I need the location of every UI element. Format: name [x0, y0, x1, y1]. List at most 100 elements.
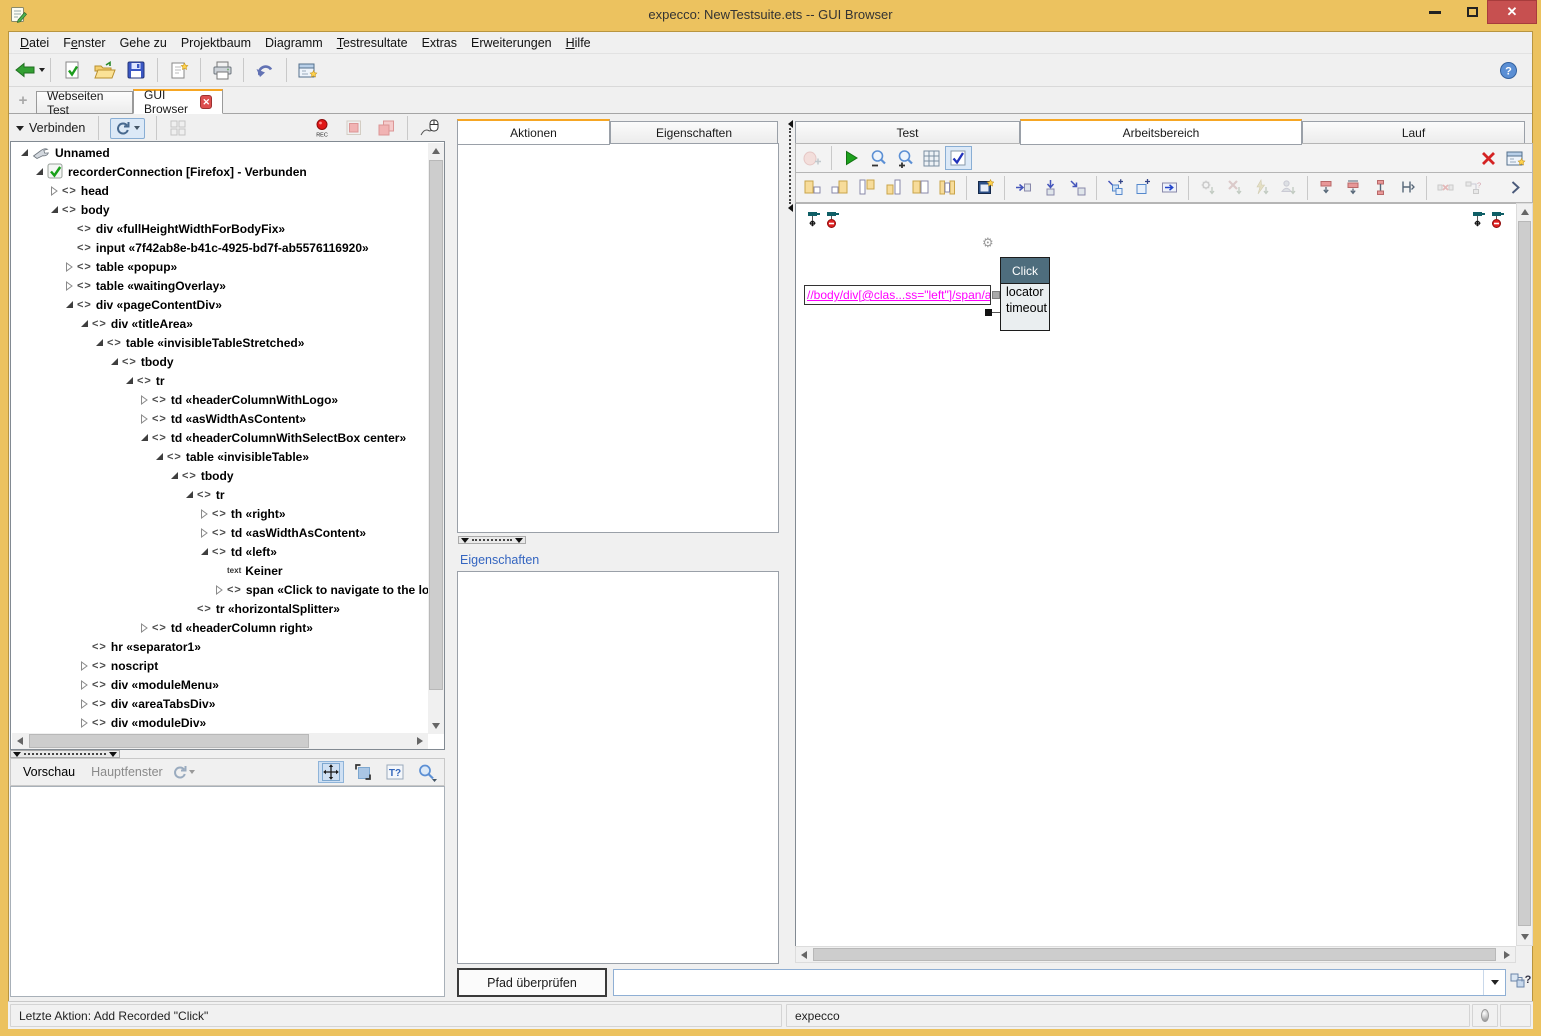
tree-item[interactable]: <>noscript: [12, 656, 429, 675]
menu-projektbaum[interactable]: Projektbaum: [174, 33, 258, 53]
tree-item[interactable]: <>tr «horizontalSplitter»: [12, 599, 429, 618]
print-button[interactable]: [206, 56, 238, 84]
diagram-canvas[interactable]: ⚙ Click locator timeout //body/div[@clas…: [795, 203, 1516, 946]
add-step-button[interactable]: [1102, 176, 1129, 200]
tree-item[interactable]: <>tr: [12, 371, 429, 390]
menu-fenster[interactable]: Fenster: [56, 33, 112, 53]
tree-expander-icon[interactable]: [211, 582, 227, 598]
tree-vertical-scrollbar[interactable]: [428, 143, 444, 734]
tree-expander-icon[interactable]: [136, 430, 152, 446]
tree-item[interactable]: <>table «waitingOverlay»: [12, 276, 429, 295]
back-button[interactable]: [13, 56, 45, 84]
menu-erweiterungen[interactable]: Erweiterungen: [464, 33, 559, 53]
grid-view-button[interactable]: [162, 114, 194, 142]
tree-expander-icon[interactable]: [151, 449, 167, 465]
maximize-button[interactable]: [1455, 0, 1489, 24]
insert-below-button[interactable]: [880, 176, 907, 200]
locator-pin-connector[interactable]: [992, 291, 1000, 299]
combo-dropdown-button[interactable]: [1483, 970, 1505, 995]
new-document-button[interactable]: [163, 56, 195, 84]
tree-expander-icon[interactable]: [196, 525, 212, 541]
wrap-block-button[interactable]: [907, 176, 934, 200]
actions-list[interactable]: [457, 143, 779, 533]
frames-button[interactable]: [370, 114, 402, 142]
tree-item[interactable]: Unnamed: [12, 143, 429, 162]
insert-above-button[interactable]: [853, 176, 880, 200]
minimize-button[interactable]: [1418, 0, 1452, 24]
diagram-stop-pin-icon[interactable]: [1491, 211, 1505, 232]
tree-item[interactable]: <>div «pageContentDiv»: [12, 295, 429, 314]
tab-vorschau[interactable]: Vorschau: [15, 765, 83, 779]
path-input[interactable]: [614, 970, 1483, 995]
export-delete-button[interactable]: [1221, 176, 1248, 200]
tab-test[interactable]: Test: [795, 121, 1020, 145]
path-combobox[interactable]: [613, 969, 1506, 996]
snap-toggle-button[interactable]: [945, 146, 972, 170]
tree-item[interactable]: <>div «areaTabsDiv»: [12, 694, 429, 713]
tree-expander-icon[interactable]: [31, 164, 47, 180]
tree-expander-icon[interactable]: [76, 316, 92, 332]
save-button[interactable]: [120, 56, 152, 84]
tree-item[interactable]: <>tbody: [12, 466, 429, 485]
menu-extras[interactable]: Extras: [415, 33, 464, 53]
tree-item[interactable]: <>table «invisibleTableStretched»: [12, 333, 429, 352]
preview-splitter[interactable]: [10, 750, 445, 758]
tree-horizontal-scrollbar[interactable]: [12, 733, 428, 749]
gear-icon[interactable]: ⚙: [982, 235, 994, 251]
preview-select-button[interactable]: [350, 761, 376, 783]
tree-expander-icon[interactable]: [106, 354, 122, 370]
tree-expander-icon[interactable]: [76, 677, 92, 693]
new-compound-button[interactable]: [972, 176, 999, 200]
menu-diagramm[interactable]: Diagramm: [258, 33, 330, 53]
tab-gui-browser[interactable]: GUI Browser ✕: [133, 89, 223, 114]
tree-expander-icon[interactable]: [166, 468, 182, 484]
open-button[interactable]: [88, 56, 120, 84]
tree-expander-icon[interactable]: [76, 658, 92, 674]
connection-help-button[interactable]: ?: [1459, 176, 1486, 200]
step-into-button[interactable]: [1010, 176, 1037, 200]
tree-item[interactable]: <>div «fullHeightWidthForBodyFix»: [12, 219, 429, 238]
diagram-stop-pin-icon[interactable]: [826, 211, 840, 232]
record-action-button[interactable]: [799, 146, 826, 170]
node-title[interactable]: Click: [1001, 258, 1049, 284]
tree-expander-icon[interactable]: [91, 335, 107, 351]
add-block-button[interactable]: [1129, 176, 1156, 200]
click-step-node[interactable]: Click locator timeout: [1000, 257, 1050, 331]
step-down-button[interactable]: [1037, 176, 1064, 200]
properties-splitter[interactable]: [458, 536, 526, 544]
tree-expander-icon[interactable]: [61, 297, 77, 313]
tree-expander-icon[interactable]: [181, 487, 197, 503]
canvas-vertical-scrollbar[interactable]: [1516, 203, 1533, 946]
tab-arbeitsbereich[interactable]: Arbeitsbereich: [1020, 119, 1302, 145]
menu-testresultate[interactable]: Testresultate: [330, 33, 415, 53]
more-tools-button[interactable]: [1502, 176, 1529, 200]
zoom-out-button[interactable]: [864, 146, 891, 170]
preview-text-inspect-button[interactable]: T?: [382, 761, 408, 783]
help-button[interactable]: ?: [1492, 56, 1524, 84]
insert-after-button[interactable]: [826, 176, 853, 200]
tree-expander-icon[interactable]: [196, 544, 212, 560]
tab-eigenschaften[interactable]: Eigenschaften: [610, 121, 778, 145]
remove-connection-button[interactable]: [1432, 176, 1459, 200]
tree-expander-icon[interactable]: [196, 506, 212, 522]
scrollbar-thumb[interactable]: [1518, 221, 1531, 926]
tree-item[interactable]: <>div «moduleDiv»: [12, 713, 429, 732]
tree-item[interactable]: <>input «7f42ab8e-b41c-4925-bd7f-ab55761…: [12, 238, 429, 257]
tree-expander-icon[interactable]: [76, 696, 92, 712]
tree-expander-icon[interactable]: [136, 392, 152, 408]
timeout-pin-connector[interactable]: [985, 309, 992, 316]
tree-expander-icon[interactable]: [46, 183, 62, 199]
grid-toggle-button[interactable]: [918, 146, 945, 170]
node-pin-locator[interactable]: locator: [1001, 284, 1049, 300]
menu-datei[interactable]: Datei: [13, 33, 56, 53]
connect-dropdown-button[interactable]: Verbinden: [10, 119, 93, 137]
preview-zoom-button[interactable]: [414, 761, 440, 783]
tree-item[interactable]: recorderConnection [Firefox] - Verbunden: [12, 162, 429, 181]
connector-resize-button[interactable]: [1394, 176, 1421, 200]
panel-vertical-splitter[interactable]: [786, 120, 794, 212]
tab-webseiten-test[interactable]: Webseiten Test: [36, 91, 133, 114]
tree-item[interactable]: <>td «left»: [12, 542, 429, 561]
stop-button[interactable]: [338, 114, 370, 142]
tree-expander-icon[interactable]: [136, 620, 152, 636]
tab-close-icon[interactable]: ✕: [200, 95, 212, 109]
